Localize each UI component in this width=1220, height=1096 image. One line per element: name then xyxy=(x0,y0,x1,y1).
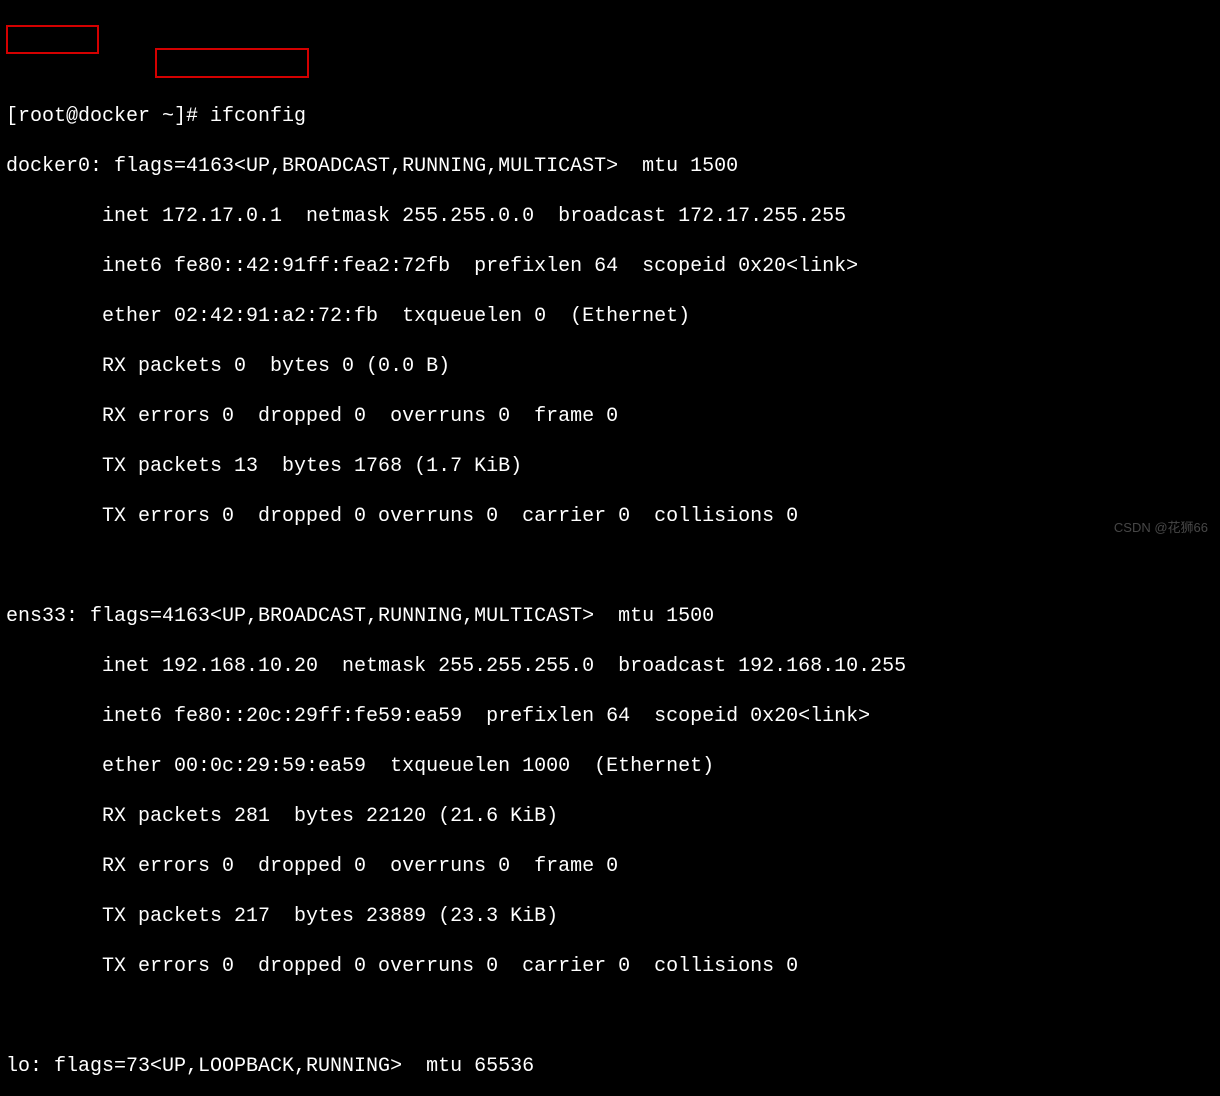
ens33-rx-packets: RX packets 281 bytes 22120 (21.6 KiB) xyxy=(6,804,1214,829)
ens33-tx-packets: TX packets 217 bytes 23889 (23.3 KiB) xyxy=(6,904,1214,929)
ens33-inet6: inet6 fe80::20c:29ff:fe59:ea59 prefixlen… xyxy=(6,704,1214,729)
docker0-tx-packets: TX packets 13 bytes 1768 (1.7 KiB) xyxy=(6,454,1214,479)
blank-2 xyxy=(6,1004,1214,1029)
watermark-text: CSDN @花狮66 xyxy=(1114,520,1208,536)
ens33-inet: inet 192.168.10.20 netmask 255.255.255.0… xyxy=(6,654,1214,679)
ens33-rx-errors: RX errors 0 dropped 0 overruns 0 frame 0 xyxy=(6,854,1214,879)
docker0-rx-errors: RX errors 0 dropped 0 overruns 0 frame 0 xyxy=(6,404,1214,429)
docker0-ether: ether 02:42:91:a2:72:fb txqueuelen 0 (Et… xyxy=(6,304,1214,329)
prompt-line[interactable]: [root@docker ~]# ifconfig xyxy=(6,104,1214,129)
docker0-tx-errors: TX errors 0 dropped 0 overruns 0 carrier… xyxy=(6,504,1214,529)
blank-1 xyxy=(6,554,1214,579)
highlight-docker0-ip xyxy=(155,48,309,78)
docker0-rx-packets: RX packets 0 bytes 0 (0.0 B) xyxy=(6,354,1214,379)
docker0-header: docker0: flags=4163<UP,BROADCAST,RUNNING… xyxy=(6,154,1214,179)
docker0-inet6: inet6 fe80::42:91ff:fea2:72fb prefixlen … xyxy=(6,254,1214,279)
ens33-tx-errors: TX errors 0 dropped 0 overruns 0 carrier… xyxy=(6,954,1214,979)
ens33-ether: ether 00:0c:29:59:ea59 txqueuelen 1000 (… xyxy=(6,754,1214,779)
docker0-inet: inet 172.17.0.1 netmask 255.255.0.0 broa… xyxy=(6,204,1214,229)
ens33-header: ens33: flags=4163<UP,BROADCAST,RUNNING,M… xyxy=(6,604,1214,629)
highlight-docker0-name xyxy=(6,25,99,54)
lo-header: lo: flags=73<UP,LOOPBACK,RUNNING> mtu 65… xyxy=(6,1054,1214,1079)
